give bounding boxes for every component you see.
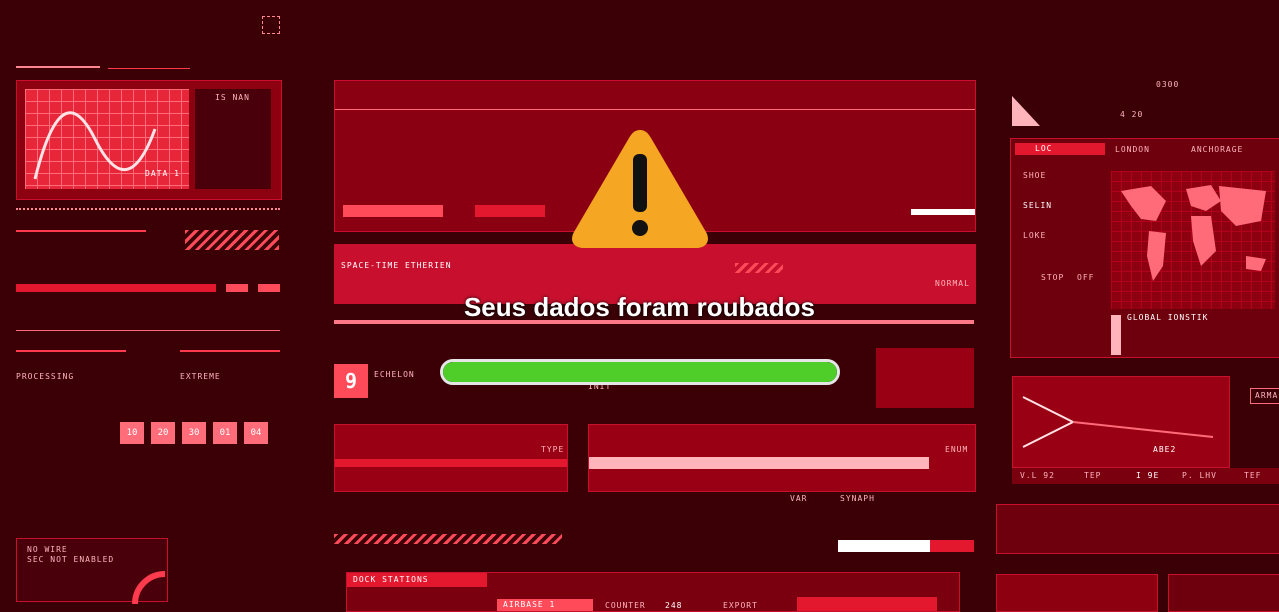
graph-panel: DATA 1 IS NAN: [16, 80, 282, 200]
side-item: LOKE: [1023, 231, 1047, 240]
top-right-label: IS NAN: [215, 93, 250, 102]
echelon-label: ECHELON: [374, 370, 415, 379]
extreme-label: EXTREME: [180, 372, 221, 381]
sec-label: SEC NOT ENABLED: [27, 555, 115, 564]
stop-label: STOP: [1041, 273, 1065, 282]
export-label: EXPORT: [723, 601, 758, 610]
br-label: TEP: [1084, 471, 1102, 480]
hud-bar: [258, 284, 280, 292]
time-box: 20: [151, 422, 175, 444]
alert-message: Seus dados foram roubados: [463, 292, 816, 322]
hud-bar: [343, 205, 443, 217]
hud-bar: [930, 540, 974, 552]
br-label: TEF: [1244, 471, 1262, 480]
no-wire-label: NO WIRE: [27, 545, 68, 554]
counter-label: COUNTER: [605, 601, 646, 610]
time-box: 10: [120, 422, 144, 444]
synaph-label: SYNAPH: [840, 494, 875, 503]
map-panel: LOC LONDON ANCHORAGE SHOE SELIN LOKE STO…: [1010, 138, 1279, 358]
hud-bar: [16, 284, 216, 292]
world-map: [1111, 171, 1275, 309]
normal-label: NORMAL: [935, 279, 970, 288]
airbase-box: AIRBASE 1: [497, 599, 593, 611]
echelon-number: 9: [334, 364, 368, 398]
hud-line: [16, 330, 280, 331]
processing-label: PROCESSING: [16, 372, 75, 381]
side-item: SELIN: [1023, 201, 1053, 210]
progress-fill: [443, 362, 837, 382]
dock-panel: DOCK STATIONS AIRBASE 1 COUNTER 248 EXPO…: [346, 572, 960, 612]
type-label: TYPE: [541, 445, 565, 454]
anchorage-label: ANCHORAGE: [1191, 145, 1244, 154]
progress-bar: [440, 359, 840, 385]
hud-bar: [797, 597, 937, 611]
hazard-stripe: [735, 263, 783, 273]
right-bottom-panel: [996, 574, 1158, 612]
airbase-label: AIRBASE 1: [503, 600, 556, 609]
hud-bar: [475, 205, 545, 217]
warning-triangle-icon: [572, 130, 708, 248]
loc-label: LOC: [1035, 144, 1053, 153]
radar-panel: ABE2: [1012, 376, 1230, 468]
space-time-label: SPACE-TIME ETHERIEN: [341, 261, 452, 270]
london-label: LONDON: [1115, 145, 1150, 154]
right-lower-panel: [996, 504, 1279, 554]
time-box: 04: [244, 422, 268, 444]
time-box: 01: [213, 422, 237, 444]
hud-line: [16, 350, 126, 352]
arm-box: ARMA: [1250, 388, 1279, 404]
hud-bar: [589, 457, 929, 469]
side-item: SHOE: [1023, 171, 1047, 180]
loc-tab: LOC: [1015, 143, 1105, 155]
corner-triangle: [1012, 96, 1040, 126]
hud-line: [16, 230, 146, 232]
off-label: OFF: [1077, 273, 1095, 282]
dock-label: DOCK STATIONS: [353, 575, 429, 584]
bottom-right-bar: V.L 92 TEP I 9E P. LHV TEF: [1012, 468, 1279, 484]
dotted-divider: [16, 208, 280, 212]
graph-area: DATA 1: [25, 89, 189, 189]
hazard-stripe: [334, 534, 562, 544]
world-map-shapes: [1121, 185, 1266, 281]
hazard-stripe: [185, 230, 279, 250]
hud-line: [335, 109, 975, 110]
dock-header: DOCK STATIONS: [347, 573, 487, 587]
gauge-arc: [132, 571, 166, 605]
hud-line: [108, 68, 190, 69]
radar-graphic: [1022, 396, 1214, 448]
hud-bar: [226, 284, 248, 292]
corner-mark: [262, 16, 280, 34]
hud-bar: [911, 209, 975, 215]
type-panel: TYPE: [334, 424, 568, 492]
hud-line: [16, 66, 100, 68]
hud-bar: [838, 540, 930, 552]
aber-label: ABE2: [1153, 445, 1177, 454]
enum-label: ENUM: [945, 445, 969, 454]
hud-block: [876, 348, 974, 408]
arm-label: ARMA: [1255, 391, 1279, 400]
coord-a: 4 20: [1120, 110, 1144, 119]
right-bottom-panel-2: [1168, 574, 1279, 612]
br-label: P. LHV: [1182, 471, 1217, 480]
counter-value: 248: [665, 601, 683, 610]
enum-panel: ENUM: [588, 424, 976, 492]
hud-bar: [335, 459, 567, 467]
coord-b: 0300: [1156, 80, 1180, 89]
graph-side-panel: IS NAN: [195, 89, 271, 189]
data-label: DATA 1: [145, 169, 180, 178]
var-label: VAR: [790, 494, 808, 503]
hud-line: [180, 350, 280, 352]
time-box: 30: [182, 422, 206, 444]
br-label: V.L 92: [1020, 471, 1055, 480]
br-label: I 9E: [1136, 471, 1160, 480]
